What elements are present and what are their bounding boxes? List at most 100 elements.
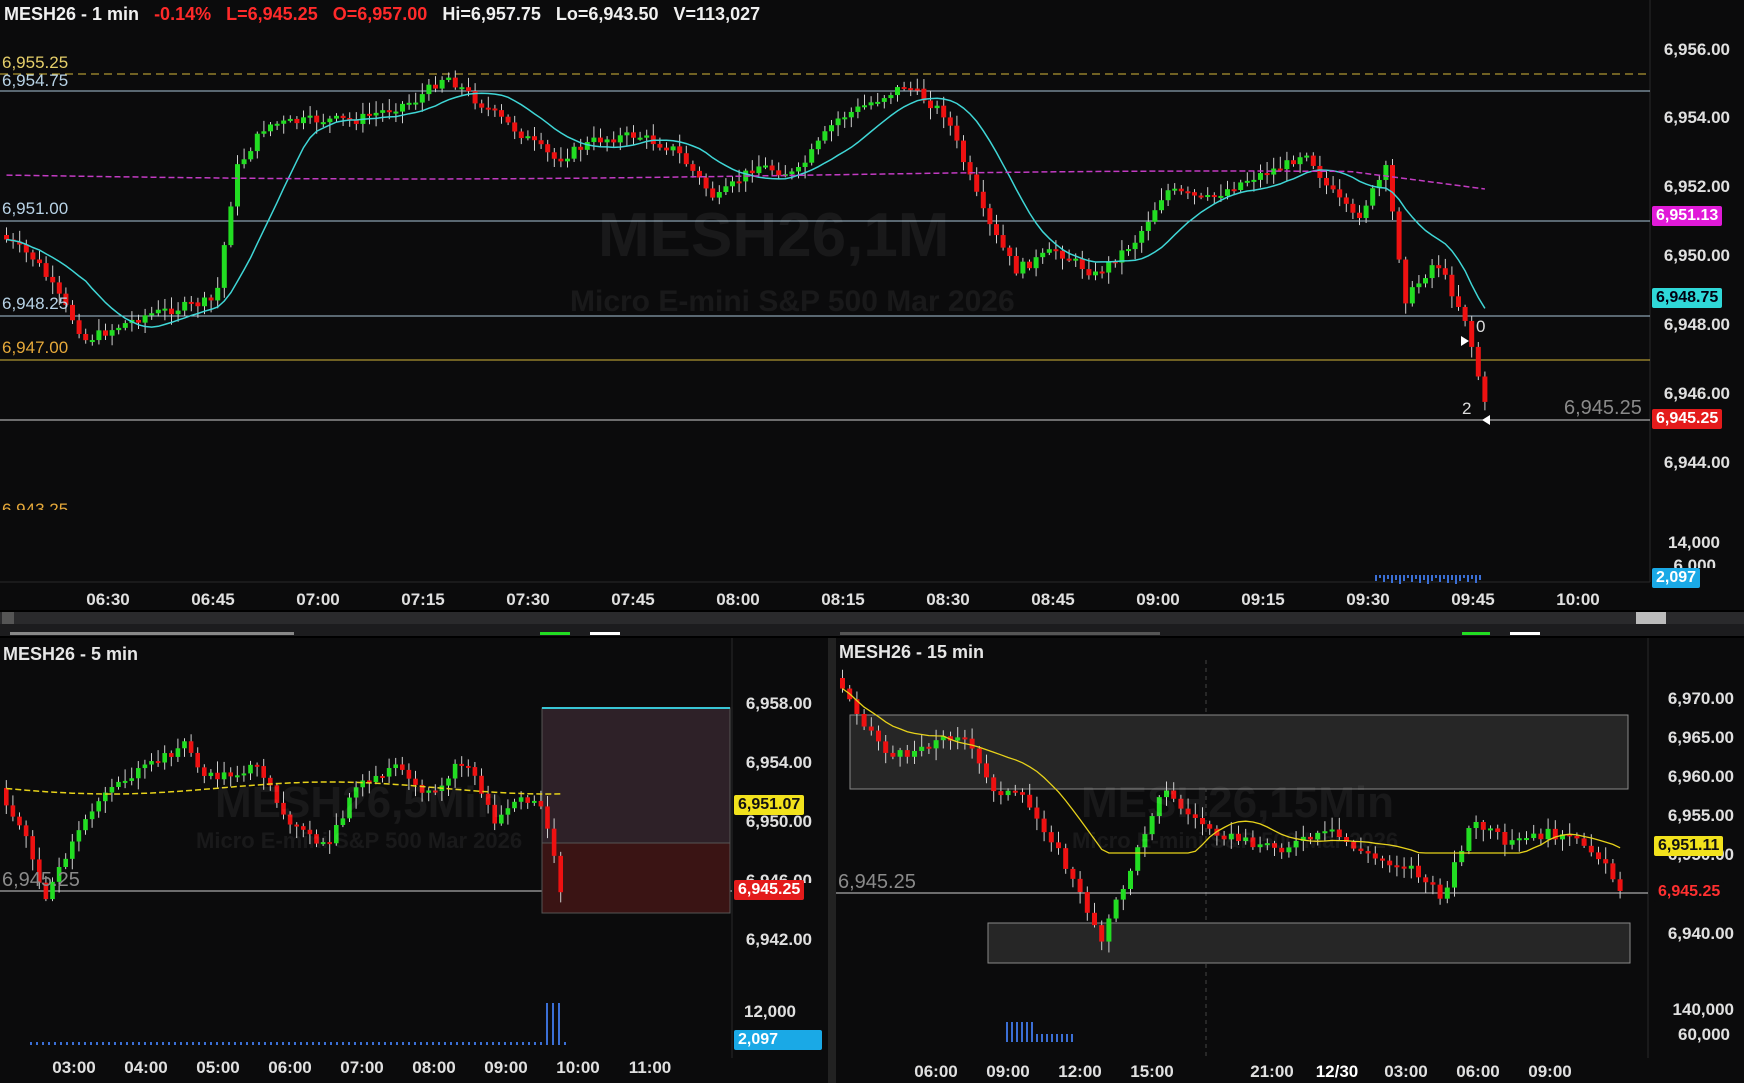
volume-bar [426, 1042, 428, 1045]
candle-body [1053, 249, 1059, 252]
candle-body [897, 750, 903, 757]
scrollbar-thumb-left[interactable] [2, 612, 14, 624]
volume-bar [36, 1042, 38, 1045]
x-tick: 06:00 [1456, 1062, 1500, 1081]
volume-bar [60, 1042, 62, 1045]
volume-bar [366, 1042, 368, 1045]
volume-bar [174, 1042, 176, 1045]
pane-tab-indicator [540, 632, 570, 635]
candle-body [974, 174, 980, 192]
candle-body [723, 186, 729, 193]
candle-body [109, 787, 115, 793]
x-tick: 10:00 [1556, 590, 1600, 609]
volume-bar [1041, 1034, 1043, 1042]
candle-body [1310, 155, 1316, 166]
candle-body [1357, 212, 1362, 219]
y-tick: 6,942.00 [745, 930, 812, 949]
x-tick: 09:00 [1136, 590, 1180, 609]
candle-body [1277, 168, 1283, 171]
volume-bar [78, 1042, 80, 1045]
volume-bar [1479, 575, 1481, 580]
candle-body [1343, 197, 1349, 204]
candle-body [83, 819, 88, 831]
candle-body [327, 118, 333, 123]
chart-1min-panel[interactable]: MESH26 - 1 min -0.14% L=6,945.25 O=6,957… [0, 0, 1744, 610]
pane-divider-vertical[interactable] [828, 638, 836, 1083]
candle-body [1430, 882, 1436, 885]
volume-bar [462, 1042, 464, 1045]
x-tick: 08:00 [412, 1058, 456, 1077]
candle-body [1244, 180, 1250, 183]
candle-body [1113, 899, 1119, 919]
candle-body [1007, 247, 1013, 257]
candle-body [1211, 195, 1217, 198]
candle-body [954, 125, 960, 141]
candle-body [1387, 860, 1393, 866]
candle-body [1444, 887, 1450, 899]
volume-bar [288, 1042, 290, 1045]
candle-body [862, 105, 867, 108]
volume-bar [402, 1042, 404, 1045]
candle-body [604, 139, 610, 143]
candle-body [149, 313, 155, 316]
candle-body [406, 102, 412, 105]
last-price-label: 6,945.25 [2, 869, 80, 891]
x-tick: 08:45 [1031, 590, 1075, 609]
chart-15min-panel[interactable]: MESH26 - 15 min MESH26,15Min Micro E-min… [836, 638, 1744, 1083]
y-tick: 6,956.00 [1663, 40, 1730, 59]
candle-body [1610, 863, 1616, 880]
volume-bar [540, 1042, 542, 1045]
chart-15min-canvas[interactable] [836, 638, 1744, 1083]
ma-price-badge: 6,948.75 [1652, 288, 1723, 308]
candle-body [1178, 188, 1184, 192]
watermark-symbol: MESH26,5Min [215, 778, 504, 827]
candle-body [545, 806, 550, 829]
candle-body [1436, 265, 1442, 269]
volume-bar [510, 1042, 512, 1045]
volume-bar [1447, 575, 1449, 583]
candle-body [1172, 188, 1178, 191]
candle-body [452, 763, 458, 779]
candle-body [188, 301, 194, 304]
volume-bar [330, 1042, 332, 1045]
y-tick: 6,970.00 [1667, 689, 1734, 708]
horizontal-scrollbar[interactable] [0, 612, 1744, 624]
volume-bar [564, 1042, 566, 1045]
candle-body [848, 111, 854, 118]
candle-body [1238, 182, 1244, 190]
x-tick: 05:00 [196, 1058, 240, 1077]
volume-bar [342, 1042, 344, 1045]
candle-body [1070, 868, 1076, 879]
candle-body [703, 177, 709, 189]
candle-body [1380, 858, 1385, 861]
candle-body [208, 297, 214, 301]
candle-body [241, 159, 247, 165]
x-tick: 06:00 [268, 1058, 312, 1077]
candle-body [1041, 818, 1047, 833]
volume-bar [546, 1003, 548, 1045]
volume-bar [498, 1042, 500, 1045]
volume-bar [270, 1042, 272, 1045]
candle-body [136, 319, 141, 323]
candle-body [1363, 205, 1369, 219]
candle-body [1056, 842, 1061, 849]
candle-body [1159, 200, 1164, 211]
candle-body [426, 84, 432, 95]
candle-body [254, 764, 260, 767]
candle-body [307, 115, 313, 118]
candle-body [933, 740, 939, 749]
y-tick: 6,944.00 [1663, 453, 1730, 472]
volume-bar [1031, 1022, 1033, 1042]
volume-bar [1071, 1034, 1073, 1042]
candle-body [1423, 278, 1428, 284]
scrollbar-thumb-right[interactable] [1636, 612, 1666, 624]
candle-body [914, 88, 920, 91]
chart-5min-panel[interactable]: MESH26 - 5 min MESH26,5Min Micro E-mini … [0, 638, 828, 1083]
candle-body [1192, 192, 1197, 196]
candle-body [4, 235, 9, 240]
volume-bar [1423, 575, 1425, 580]
candle-body [796, 166, 801, 172]
y-tick: 6,948.00 [1663, 315, 1730, 334]
volume-bar [1383, 575, 1385, 582]
candle-body [274, 123, 280, 126]
